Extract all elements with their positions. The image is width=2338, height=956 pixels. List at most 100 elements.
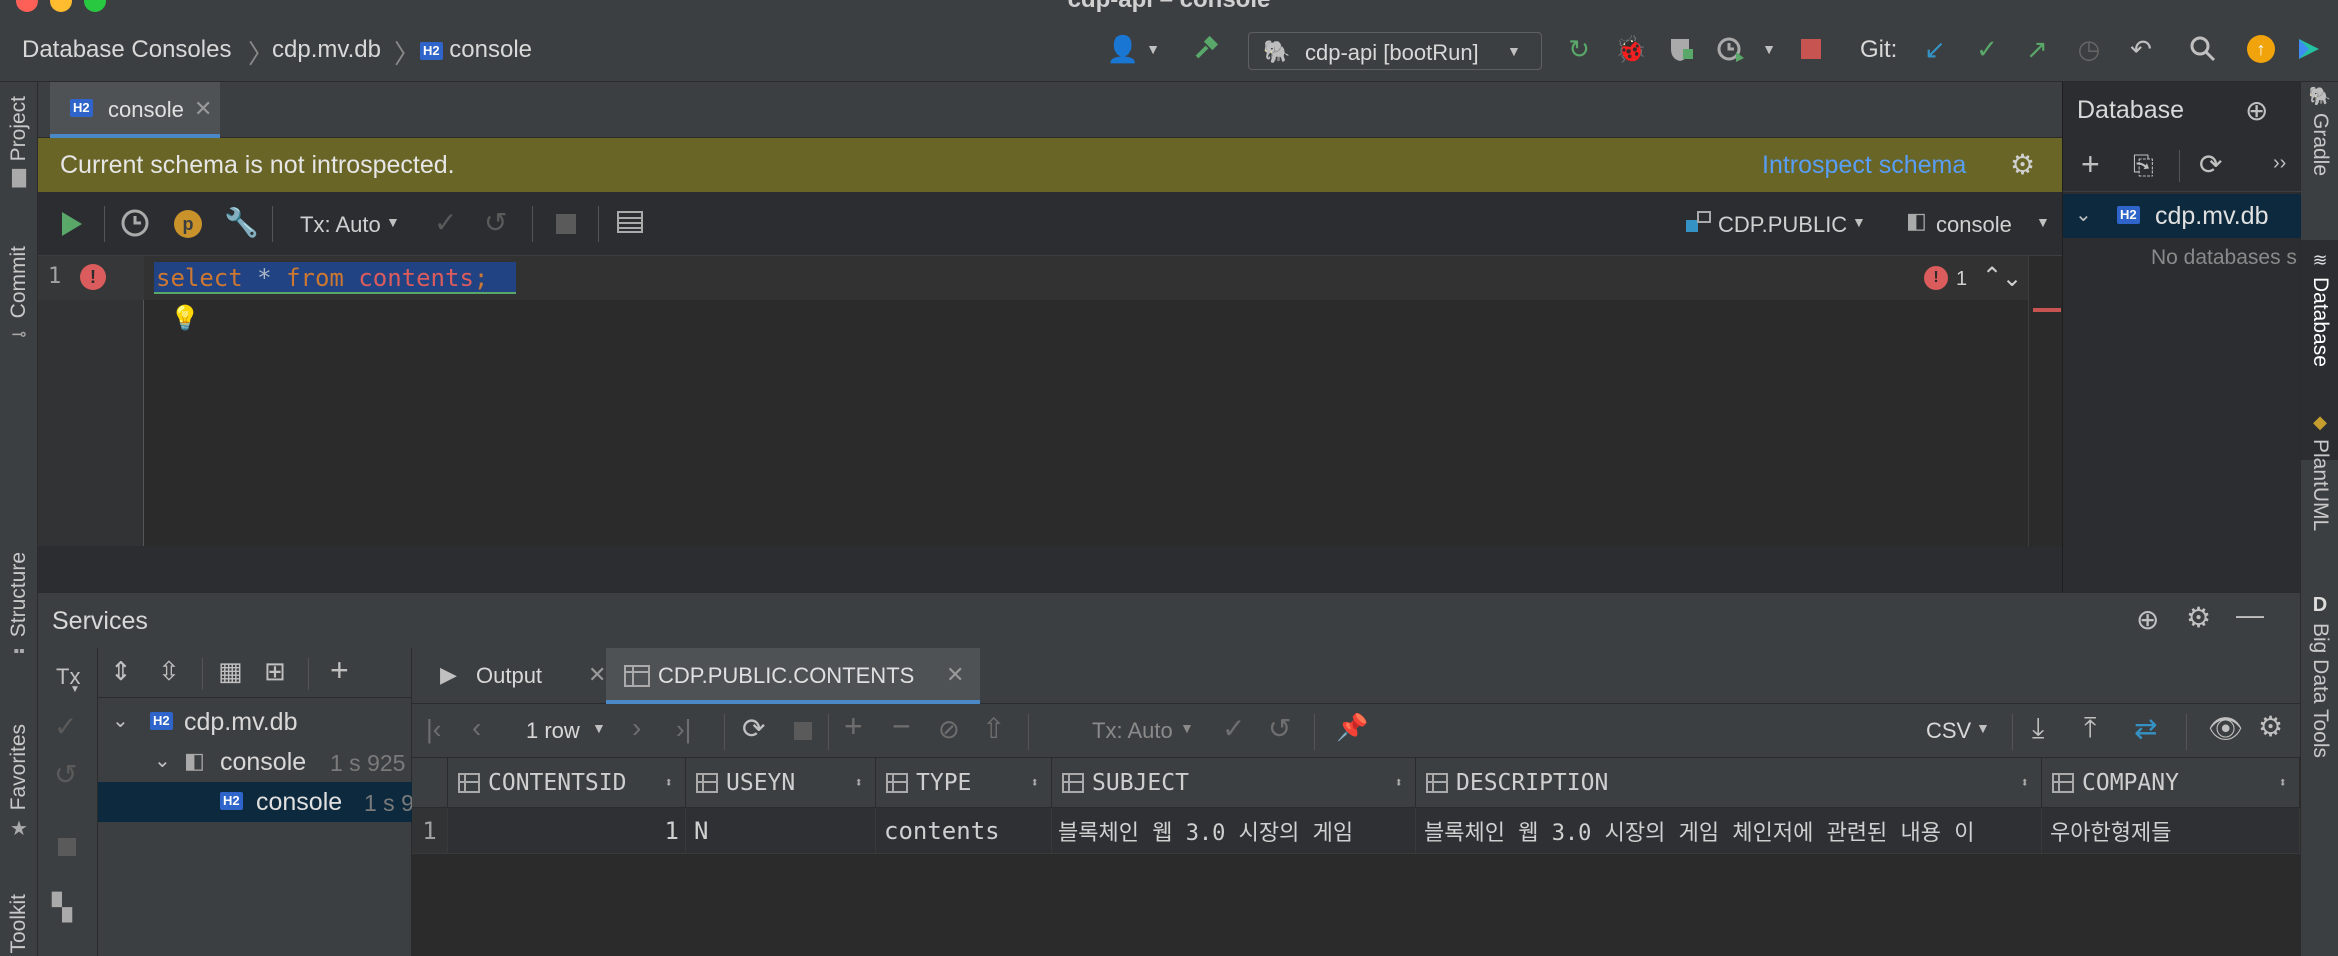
minimize-icon[interactable]: — [2236,599,2264,631]
tab-output[interactable]: ▶ Output ✕ [440,648,606,704]
search-icon[interactable] [2188,34,2218,64]
new-tab-icon[interactable]: ⊞ [264,656,286,687]
eye-icon[interactable]: 👁 [2208,712,2244,745]
schema-select[interactable]: CDP.PUBLIC [1718,212,1847,238]
tool-tab-project[interactable]: Project ▇ [0,96,38,188]
stop-icon[interactable] [556,214,576,234]
sort-icon[interactable]: ⬍ [2279,775,2287,791]
sort-icon[interactable]: ⬍ [855,775,863,791]
more-icon[interactable]: ›› [2273,152,2286,175]
breadcrumb-root[interactable]: Database Consoles [22,36,231,64]
refresh-icon[interactable]: ⟳ [2199,148,2222,181]
coverage-icon[interactable] [1666,34,1696,64]
close-tab-icon[interactable]: ✕ [946,662,964,688]
reload-icon[interactable]: ⟳ [742,712,765,745]
error-icon[interactable]: ! [80,264,106,290]
copy-icon[interactable]: ⎘ [2133,150,2154,182]
column-header-type[interactable]: TYPE ⬍ [876,758,1052,808]
table-cell[interactable]: 블록체인 웹 3.0 시장의 게임 체인저에 관련된 내용 이 [1416,808,2042,854]
output-table-icon[interactable] [616,208,644,241]
services-tree-item-db[interactable]: ⌄ H2 cdp.mv.db [98,702,412,742]
commit-check-icon[interactable]: ✓ [54,710,77,743]
rerun-icon[interactable]: ↻ [1564,34,1594,64]
submit-icon[interactable]: ⇧ [982,712,1005,745]
build-hammer-icon[interactable] [1192,34,1222,64]
breadcrumb-db[interactable]: cdp.mv.db [272,36,381,64]
error-count-icon[interactable]: ! [1924,266,1948,290]
previous-page-icon[interactable]: ‹ [472,712,481,744]
tool-tab-favorites[interactable]: Favorites ★ [0,724,38,841]
sort-icon[interactable]: ⬍ [2021,775,2029,791]
pin-icon[interactable]: 📌 [1336,712,1368,743]
execute-icon[interactable] [58,210,84,243]
expand-all-icon[interactable]: ⇕ [110,656,132,687]
rows-count-select[interactable]: 1 row [526,718,580,744]
next-error-icon[interactable]: ⌄ [2002,264,2022,293]
git-push-icon[interactable]: ↗ [2022,34,2052,64]
user-icon[interactable]: 👤 [1107,34,1139,64]
close-tab-icon[interactable]: ✕ [588,662,606,688]
add-service-icon[interactable]: + [330,652,349,689]
gear-icon[interactable]: ⚙ [2186,601,2211,634]
compare-icon[interactable]: ⇄ [2134,712,2157,745]
breadcrumb-console[interactable]: H2 console [420,36,532,64]
sql-editor[interactable]: select * from contents; 💡 ! 1 ⌃ ⌄ [144,256,2028,546]
column-header-company[interactable]: COMPANY ⬍ [2042,758,2300,808]
chevron-down-icon[interactable]: ▼ [592,720,606,736]
layout-icon[interactable]: ▚ [52,892,72,923]
chevron-down-icon[interactable]: ▼ [1180,720,1194,736]
parameters-icon[interactable]: p [174,210,202,238]
stop-icon[interactable] [1796,34,1826,64]
add-row-icon[interactable]: + [844,708,863,745]
gear-icon[interactable]: ⚙ [2258,710,2283,743]
sort-icon[interactable]: ⬍ [665,775,673,791]
column-header-description[interactable]: DESCRIPTION ⬍ [1416,758,2042,808]
git-history-icon[interactable]: ◷ [2074,34,2104,64]
lightbulb-error-icon[interactable]: 💡 [170,304,200,333]
debug-bug-icon[interactable]: 🐞 [1615,34,1647,64]
close-tab-icon[interactable]: ✕ [194,96,212,122]
run-configuration-select[interactable]: 🐘 cdp-api [bootRun] ▼ [1248,32,1542,70]
download-icon[interactable]: ⤓ [2032,712,2044,745]
session-select[interactable]: console [1936,212,2012,238]
introspect-schema-link[interactable]: Introspect schema [1762,151,1966,180]
chevron-down-icon[interactable]: ▼ [1976,720,1990,736]
table-cell[interactable]: 블록체인 웹 3.0 시장의 게임 [1052,808,1416,854]
commit-check-icon[interactable]: ✓ [434,206,457,239]
sort-icon[interactable]: ⬍ [1395,775,1403,791]
previous-error-icon[interactable]: ⌃ [1982,262,2002,291]
toolbox-icon[interactable] [2294,34,2324,64]
table-cell[interactable]: 1 [448,808,686,854]
table-cell[interactable]: 우아한형제들 [2042,808,2300,854]
stop-icon[interactable] [58,838,76,856]
git-commit-icon[interactable]: ✓ [1972,34,2002,64]
tx-mode-select[interactable]: Tx: Auto [300,212,381,238]
chevron-down-icon[interactable]: ▼ [2036,214,2050,230]
gear-icon[interactable]: ⚙ [2010,148,2035,181]
group-by-icon[interactable]: ▦ [218,656,243,687]
add-icon[interactable]: + [2081,146,2100,183]
chevron-down-icon[interactable]: ▼ [1852,214,1866,230]
services-tree-item-console[interactable]: ⌄ ◧ console 1 s 925 [98,742,412,782]
tool-tab-plantuml[interactable]: ◆ PlantUML [2301,412,2338,531]
profiler-icon[interactable] [1716,34,1746,64]
table-cell[interactable]: contents [876,808,1052,854]
wrench-icon[interactable]: 🔧 [224,206,259,239]
column-header-useyn[interactable]: USEYN ⬍ [686,758,876,808]
upload-icon[interactable]: ⤒ [2084,712,2096,745]
commit-check-icon[interactable]: ✓ [1222,712,1245,745]
history-icon[interactable] [120,208,150,243]
rollback-icon[interactable]: ↺ [484,206,507,239]
last-page-icon[interactable]: ›| [676,714,691,745]
editor-scrollbar[interactable] [2028,256,2062,546]
tool-tab-gradle[interactable]: 🐘 Gradle [2301,86,2338,176]
rollback-icon[interactable]: ↶ [2126,34,2156,64]
chevron-down-icon[interactable]: ▼ [1754,34,1784,64]
error-stripe-marker[interactable] [2033,308,2061,312]
delete-row-icon[interactable]: − [892,708,911,745]
rollback-icon[interactable]: ↺ [1268,712,1291,745]
row-number[interactable]: 1 [412,808,448,854]
export-format-select[interactable]: CSV [1926,718,1971,744]
tool-tab-toolkit[interactable]: Toolkit [0,894,38,954]
tool-tab-big-data-tools[interactable]: D Big Data Tools [2301,594,2338,758]
